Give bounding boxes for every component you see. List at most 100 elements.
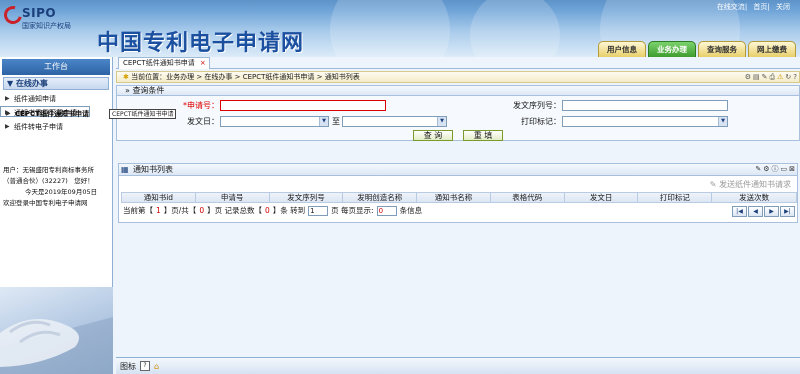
pager-text: 当前第【: [123, 206, 153, 215]
per-page-input[interactable]: 0: [376, 206, 397, 216]
top-links: 在线交流| 首页| 关闭: [716, 3, 790, 11]
header: SIPO 国家知识产权局 中国专利电子申请网 在线交流| 首页| 关闭 用户信息…: [0, 0, 800, 57]
refresh-icon[interactable]: ↻: [785, 72, 791, 82]
help-icon[interactable]: ?: [793, 72, 797, 82]
collapse-icon: ▼: [7, 79, 16, 88]
query-panel-header: » 查询条件: [116, 85, 800, 96]
col-form-code[interactable]: 表格代码: [491, 193, 565, 202]
page-tab-cepct[interactable]: CEPCT纸件通知书申请 ×: [118, 57, 210, 69]
total-pages: 0: [199, 206, 205, 215]
welcome-text: 欢迎登录中国专利电子申请网: [3, 199, 88, 207]
search-button[interactable]: 查 询: [413, 130, 453, 141]
sidebar-item-paper-notice[interactable]: ▶ 纸件通知申请: [0, 92, 112, 106]
breadcrumb: ✱ 当前位置：业务办理 > 在线办事 > CEPCT纸件通知书申请 > 通知书列…: [116, 71, 800, 83]
settings-icon[interactable]: ⚙: [763, 164, 769, 175]
close-icon[interactable]: ×: [200, 58, 206, 69]
table-icon: ▦: [121, 165, 129, 174]
col-send-date[interactable]: 发文日: [565, 193, 639, 202]
chevron-down-icon: ▼: [437, 117, 446, 126]
link-close[interactable]: 关闭: [776, 3, 790, 11]
last-page-button[interactable]: ▶|: [780, 206, 795, 217]
status-label: 图标: [120, 361, 136, 371]
list-panel-header: ▦ 通知书列表 ✎ ⚙ ⓘ ▭ ⊠: [118, 163, 798, 176]
sidebar: 工作台 ▼ 在线办事 ▶ 纸件通知申请 ▶ CEPCT纸件通知书申请 ▶ 通知书重复下…: [0, 57, 113, 374]
minimize-icon[interactable]: ▭: [781, 164, 788, 175]
warning-icon[interactable]: ⚠: [777, 72, 783, 82]
col-invention-name[interactable]: 发明创造名称: [343, 193, 418, 202]
tab-business[interactable]: 业务办理: [648, 41, 696, 57]
checkbox-icon[interactable]: ?: [140, 361, 150, 371]
link-online-chat[interactable]: 在线交流: [717, 3, 745, 11]
pager-text: 】页/共【: [163, 206, 197, 215]
reset-button[interactable]: 重 填: [463, 130, 503, 141]
pager-text: 】条 转到: [272, 206, 306, 215]
col-notice-id[interactable]: 通知书id: [122, 193, 196, 202]
print-mark-select[interactable]: ▼: [562, 116, 728, 127]
chevron-down-icon: ▼: [319, 117, 328, 126]
logo-org: 国家知识产权局: [22, 22, 71, 30]
close-icon[interactable]: ⊠: [789, 164, 795, 175]
table-header: 通知书id 申请号 发文序列号 发明创造名称 通知书名称 表格代码 发文日 打印…: [121, 192, 797, 203]
serial-input[interactable]: [562, 100, 728, 111]
user-name: 用户：无锡盛阳专利商标事务所: [3, 166, 94, 174]
date-from-select[interactable]: ▼: [220, 116, 329, 127]
date-to-select[interactable]: ▼: [342, 116, 447, 127]
page-tab-bar: CEPCT纸件通知书申请 ×: [116, 57, 800, 69]
sidebar-item-to-electronic[interactable]: ▶ 纸件转电子申请: [0, 120, 112, 134]
col-app-no[interactable]: 申请号: [196, 193, 270, 202]
first-page-button[interactable]: |◀: [732, 206, 747, 217]
breadcrumb-text: 当前位置：业务办理 > 在线办事 > CEPCT纸件通知书申请 > 通知书列表: [131, 73, 360, 81]
col-print-mark[interactable]: 打印标记: [638, 193, 713, 202]
chevron-down-icon: ▼: [718, 117, 727, 126]
prev-page-button[interactable]: ◀: [748, 206, 763, 217]
send-request-button[interactable]: ✎ 发送纸件通知书请求: [710, 179, 791, 190]
sidebar-item-label: 纸件通知申请: [14, 95, 56, 103]
list-title: 通知书列表: [133, 165, 173, 174]
col-serial[interactable]: 发文序列号: [270, 193, 344, 202]
next-page-button[interactable]: ▶: [764, 206, 779, 217]
send-request-label: 发送纸件通知书请求: [719, 180, 791, 189]
list-toolbar-icons: ✎ ⚙ ⓘ ▭ ⊠: [755, 164, 795, 175]
status-bar: 图标 ? ⌂: [116, 357, 800, 374]
pager-text: 】页 记录总数【: [207, 206, 262, 215]
sipo-logo: SIPO 国家知识产权局: [0, 2, 94, 34]
print-icon[interactable]: ⎙: [770, 72, 776, 82]
link-home[interactable]: 首页: [753, 3, 767, 11]
pencil-icon: ✎: [709, 180, 719, 189]
goto-page-input[interactable]: 1: [308, 206, 329, 216]
tab-query-service[interactable]: 查询服务: [698, 41, 746, 57]
col-send-count[interactable]: 发送次数: [712, 193, 796, 202]
pager-text: 条信息: [399, 206, 423, 215]
logo-brand: SIPO: [22, 6, 57, 20]
col-notice-name[interactable]: 通知书名称: [417, 193, 491, 202]
tools-icon[interactable]: ✎: [762, 72, 768, 82]
main-tabs: 用户信息 业务办理 查询服务 网上缴费: [598, 41, 796, 57]
pager: 当前第【 1 】页/共【 0 】页 记录总数【 0 】条 转到 1 页 每页显示: 0 条信…: [121, 204, 797, 218]
page-nav: |◀ ◀ ▶ ▶|: [732, 206, 795, 217]
gear-icon[interactable]: ⚙: [745, 72, 751, 82]
today-date: 今天是2019年09月05日: [25, 188, 98, 196]
tools-icon[interactable]: ✎: [755, 164, 761, 175]
serial-label: 发文序列号：: [513, 101, 561, 110]
page-tab-label: CEPCT纸件通知书申请: [123, 59, 195, 67]
sidebar-item-redownload[interactable]: ▶ 通知书重复下载申请: [0, 106, 112, 120]
arrow-icon: ▶: [5, 123, 10, 130]
sidebar-section-online[interactable]: ▼ 在线办事: [3, 77, 109, 90]
list-icon[interactable]: ▤: [753, 72, 760, 82]
record-count: 0: [264, 206, 270, 215]
app-no-input[interactable]: [220, 100, 386, 111]
info-icon[interactable]: ⓘ: [772, 164, 779, 175]
sidebar-item-label: 通知书重复下载申请: [14, 109, 77, 117]
section-label: 在线办事: [15, 79, 48, 88]
arrow-icon: ▶: [5, 109, 10, 116]
query-title: 查询条件: [132, 86, 165, 95]
list-body: ✎ 发送纸件通知书请求 通知书id 申请号 发文序列号 发明创造名称 通知书名称…: [118, 176, 798, 223]
site-title: 中国专利电子申请网: [97, 30, 305, 56]
tab-user-info[interactable]: 用户信息: [598, 41, 646, 57]
current-page: 1: [156, 206, 161, 215]
home-icon[interactable]: ⌂: [154, 359, 159, 374]
keyboard-image: [0, 287, 113, 374]
main-area: CEPCT纸件通知书申请 × ✱ 当前位置：业务办理 > 在线办事 > CEPCT…: [109, 57, 800, 374]
tab-online-payment[interactable]: 网上缴费: [748, 41, 796, 57]
to-label: 至: [332, 117, 340, 126]
